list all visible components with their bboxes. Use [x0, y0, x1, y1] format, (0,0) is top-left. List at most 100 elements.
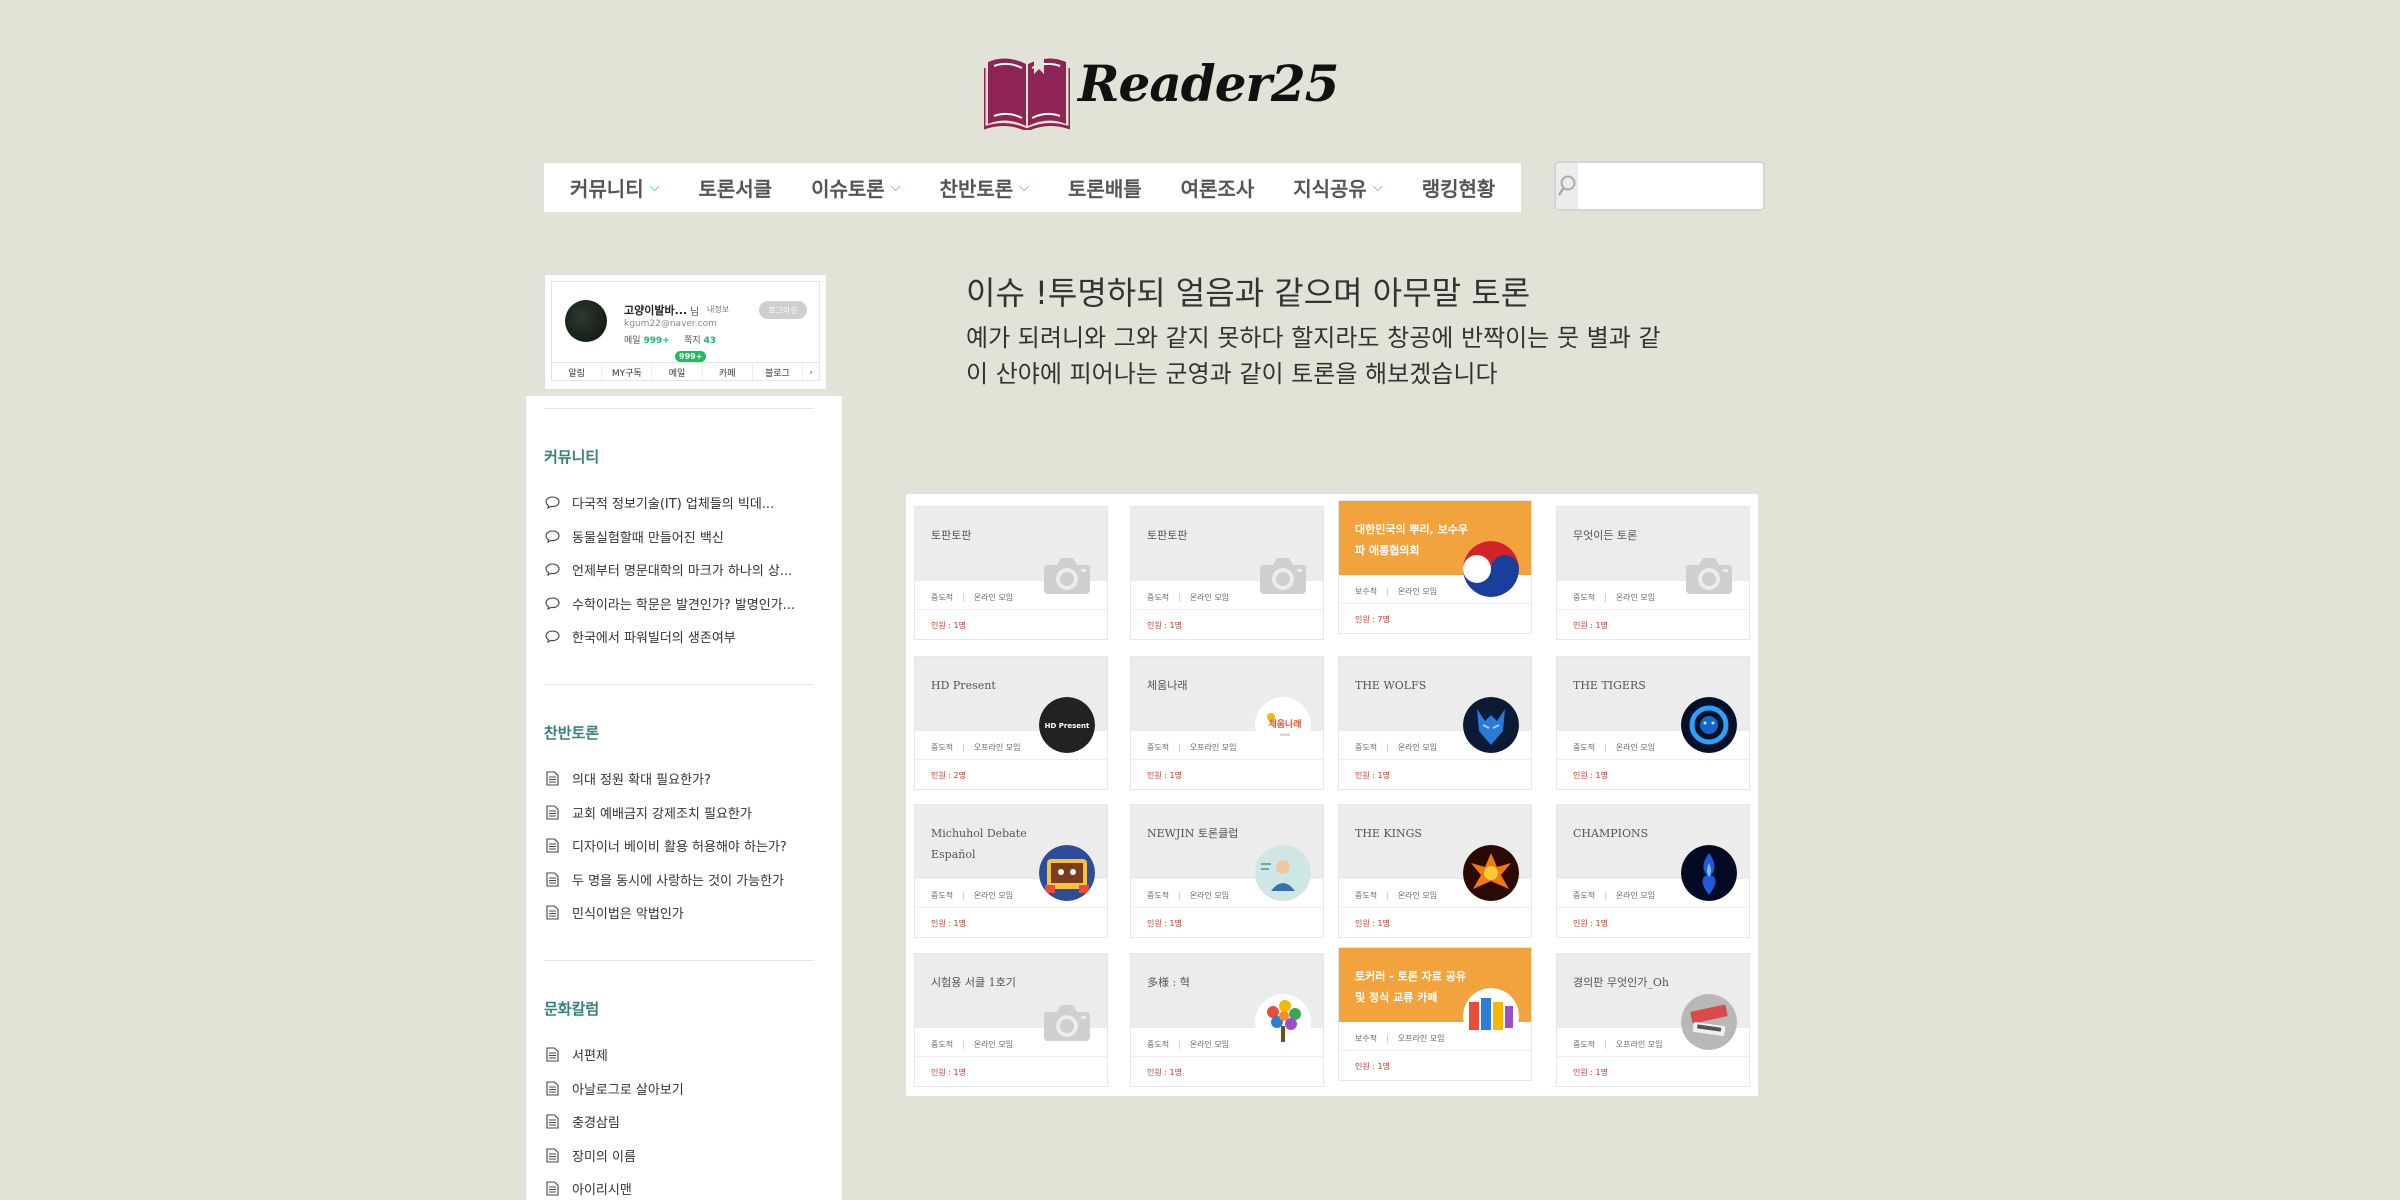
circle-card[interactable]: 토판토판 중도적 | 온라인 모임 인원 : 1명: [914, 506, 1108, 640]
search-input[interactable]: [1578, 163, 1763, 209]
circle-card[interactable]: 체움나래 중도적 | 오프라인 모임 인원 : 1명 체움나래 www: [1130, 656, 1324, 790]
speech-bubble-icon: [544, 596, 560, 610]
nav-item-1[interactable]: 토론서클: [698, 173, 772, 202]
sidebar-list-item[interactable]: 아이리시맨: [544, 1172, 834, 1200]
circle-title: 시험용 서클 1호기: [931, 976, 1016, 989]
nav-item-0[interactable]: 커뮤니티 ⌵: [570, 173, 659, 202]
circle-meta: 중도적 | 온라인 모임: [1573, 592, 1655, 603]
circle-card[interactable]: 무엇이든 토론 중도적 | 온라인 모임 인원 : 1명: [1556, 506, 1750, 640]
chaeum-logo: 체움나래 www: [1255, 697, 1311, 753]
hd-present-logo: HD Present: [1039, 697, 1095, 753]
circle-card[interactable]: 多様 : 혁 중도적 | 온라인 모임 인원 : 1명: [1130, 953, 1324, 1087]
sidebar-list-item[interactable]: 의대 정원 확대 필요한가?: [544, 762, 834, 796]
circle-card[interactable]: CHAMPIONS 중도적 | 온라인 모임 인원 : 1명: [1556, 804, 1750, 938]
sidebar-list-item[interactable]: 교회 예배금지 강제조치 필요한가: [544, 796, 834, 830]
circle-level: 보수적: [1355, 1034, 1378, 1043]
nav-item-6[interactable]: 지식공유 ⌵: [1293, 173, 1382, 202]
document-icon: [544, 872, 560, 887]
meta-separator: |: [1386, 587, 1389, 596]
nav-item-2[interactable]: 이슈토론 ⌵: [811, 173, 900, 202]
sidebar-list-item[interactable]: 장미의 이름: [544, 1139, 834, 1173]
circle-card[interactable]: THE KINGS 중도적 | 온라인 모임 인원 : 1명: [1338, 804, 1532, 938]
tab-my-subscription[interactable]: MY구독: [602, 363, 653, 382]
sidebar-section-title[interactable]: 문화칼럼: [544, 998, 599, 1019]
circle-members: 인원 : 1명: [1557, 1056, 1749, 1078]
circle-title: 무엇이든 토론: [1573, 529, 1638, 542]
chevron-down-icon: ⌵: [1372, 180, 1383, 195]
document-icon: [544, 1181, 560, 1196]
sidebar-section-title[interactable]: 찬반토론: [544, 722, 599, 743]
search-box[interactable]: [1554, 161, 1765, 211]
circle-card[interactable]: NEWJIN 토론클럽 중도적 | 온라인 모임 인원 : 1명: [1130, 804, 1324, 938]
circle-title: 토판토판: [1147, 529, 1188, 542]
sidebar: 커뮤니티다국적 정보기술(IT) 업체들의 빅데... 동물실험할때 만들어진 백…: [526, 396, 842, 1200]
nav-item-label: 지식공유: [1293, 177, 1367, 201]
circle-card[interactable]: 시험용 서클 1호기 중도적 | 온라인 모임 인원 : 1명: [914, 953, 1108, 1087]
meta-separator: |: [962, 743, 965, 752]
sidebar-list-item[interactable]: 두 명을 동시에 사랑하는 것이 가능한가: [544, 863, 834, 897]
circle-level: 중도적: [1573, 1040, 1596, 1049]
lion-logo: [1681, 697, 1737, 753]
tab-alarm[interactable]: 알림: [552, 363, 603, 382]
avatar[interactable]: [565, 300, 607, 342]
sidebar-list-item[interactable]: 한국에서 파워빌더의 생존여부: [544, 620, 834, 654]
tab-cafe[interactable]: 카페: [703, 363, 753, 382]
sidebar-item-label: 수학이라는 학문은 발견인가? 발명인가...: [572, 597, 796, 613]
search-icon[interactable]: [1556, 163, 1578, 209]
circle-card[interactable]: HD Present 중도적 | 오프라인 모임 인원 : 2명 HD Present: [914, 656, 1108, 790]
circle-card[interactable]: THE TIGERS 중도적 | 온라인 모임 인원 : 1명: [1556, 656, 1750, 790]
circle-meta: 중도적 | 온라인 모임: [931, 1039, 1013, 1050]
sidebar-section-title[interactable]: 커뮤니티: [544, 446, 599, 467]
korean-flag-icon: [1463, 541, 1519, 597]
circle-level: 중도적: [1573, 743, 1596, 752]
circle-title: Michuhol Debate Español: [931, 827, 1027, 861]
logout-button[interactable]: 로그아웃: [759, 301, 807, 319]
circle-title: 多様 : 혁: [1147, 976, 1190, 989]
nav-item-4[interactable]: 토론배틀: [1068, 173, 1142, 202]
circle-card[interactable]: Michuhol Debate Español 중도적 | 온라인 모임 인원 : 1명: [914, 804, 1108, 938]
sidebar-list-item[interactable]: 디자이너 베이비 활용 허용해야 하는가?: [544, 829, 834, 863]
note-count[interactable]: 43: [704, 336, 717, 346]
circle-level: 중도적: [931, 593, 954, 602]
sidebar-list-item[interactable]: 동물실험할때 만들어진 백신: [544, 520, 834, 554]
mail-count[interactable]: 999+: [643, 336, 669, 346]
sidebar-list-item[interactable]: 서편제: [544, 1038, 834, 1072]
nav-item-5[interactable]: 여론조사: [1181, 173, 1255, 202]
my-info-link[interactable]: 내정보: [707, 304, 729, 315]
circle-type: 온라인 모임: [1615, 743, 1656, 752]
nav-item-label: 랭킹현황: [1421, 177, 1496, 201]
tab-mail[interactable]: 메일: [652, 363, 703, 382]
circle-card[interactable]: 대한민국의 뿌리, 보수우파 애통협의회 보수적 | 온라인 모임 인원 : 7명: [1338, 500, 1532, 634]
circle-level: 보수적: [1355, 587, 1378, 596]
sidebar-list-item[interactable]: 수학이라는 학문은 발견인가? 발명인가...: [544, 587, 834, 621]
note-label: 쪽지: [684, 336, 701, 346]
chevron-down-icon: ⌵: [649, 180, 660, 195]
sidebar-list-item[interactable]: 충경삼림: [544, 1105, 834, 1139]
circle-type: 온라인 모임: [1189, 891, 1230, 900]
circle-card[interactable]: 경의판 무엇인가_Oh 중도적 | 오프라인 모임 인원 : 1명: [1556, 953, 1750, 1087]
camera-icon: [1255, 547, 1311, 603]
circle-card[interactable]: 토커러 - 토론 자료 공유 및 정식 교류 카페 보수적 | 오프라인 모임 인원 :…: [1338, 947, 1532, 1081]
profile-name[interactable]: 고양이발바...: [624, 302, 687, 318]
circle-members: 인원 : 1명: [1131, 1056, 1323, 1078]
mail-label: 메일: [624, 336, 641, 346]
circle-meta: 중도적 | 온라인 모임: [1355, 742, 1437, 753]
circle-title: 체움나래: [1147, 679, 1188, 692]
sidebar-list-item[interactable]: 언제부터 명문대학의 마크가 하나의 상...: [544, 553, 834, 587]
circle-card[interactable]: 토판토판 중도적 | 온라인 모임 인원 : 1명: [1130, 506, 1324, 640]
sidebar-list-item[interactable]: 다국적 정보기술(IT) 업체들의 빅데...: [544, 486, 834, 520]
circle-meta: 중도적 | 오프라인 모임: [1573, 1039, 1663, 1050]
document-icon: [544, 1047, 560, 1062]
tab-blog[interactable]: 블로그: [753, 363, 804, 382]
chevron-right-icon[interactable]: ›: [803, 363, 819, 382]
sidebar-list-item[interactable]: 민식이법은 악법인가: [544, 896, 834, 930]
sidebar-divider: [544, 960, 814, 961]
circle-card[interactable]: THE WOLFS 중도적 | 온라인 모임 인원 : 1명: [1338, 656, 1532, 790]
site-logo[interactable]: Reader25: [984, 48, 1339, 130]
sidebar-item-label: 의대 정원 확대 필요한가?: [572, 773, 711, 789]
sidebar-list-item[interactable]: 아날로그로 살아보기: [544, 1072, 834, 1106]
circle-type: 오프라인 모임: [1189, 743, 1237, 752]
nav-item-7[interactable]: 랭킹현황: [1422, 173, 1496, 202]
circle-meta: 중도적 | 온라인 모임: [1147, 890, 1229, 901]
nav-item-3[interactable]: 찬반토론 ⌵: [940, 173, 1029, 202]
